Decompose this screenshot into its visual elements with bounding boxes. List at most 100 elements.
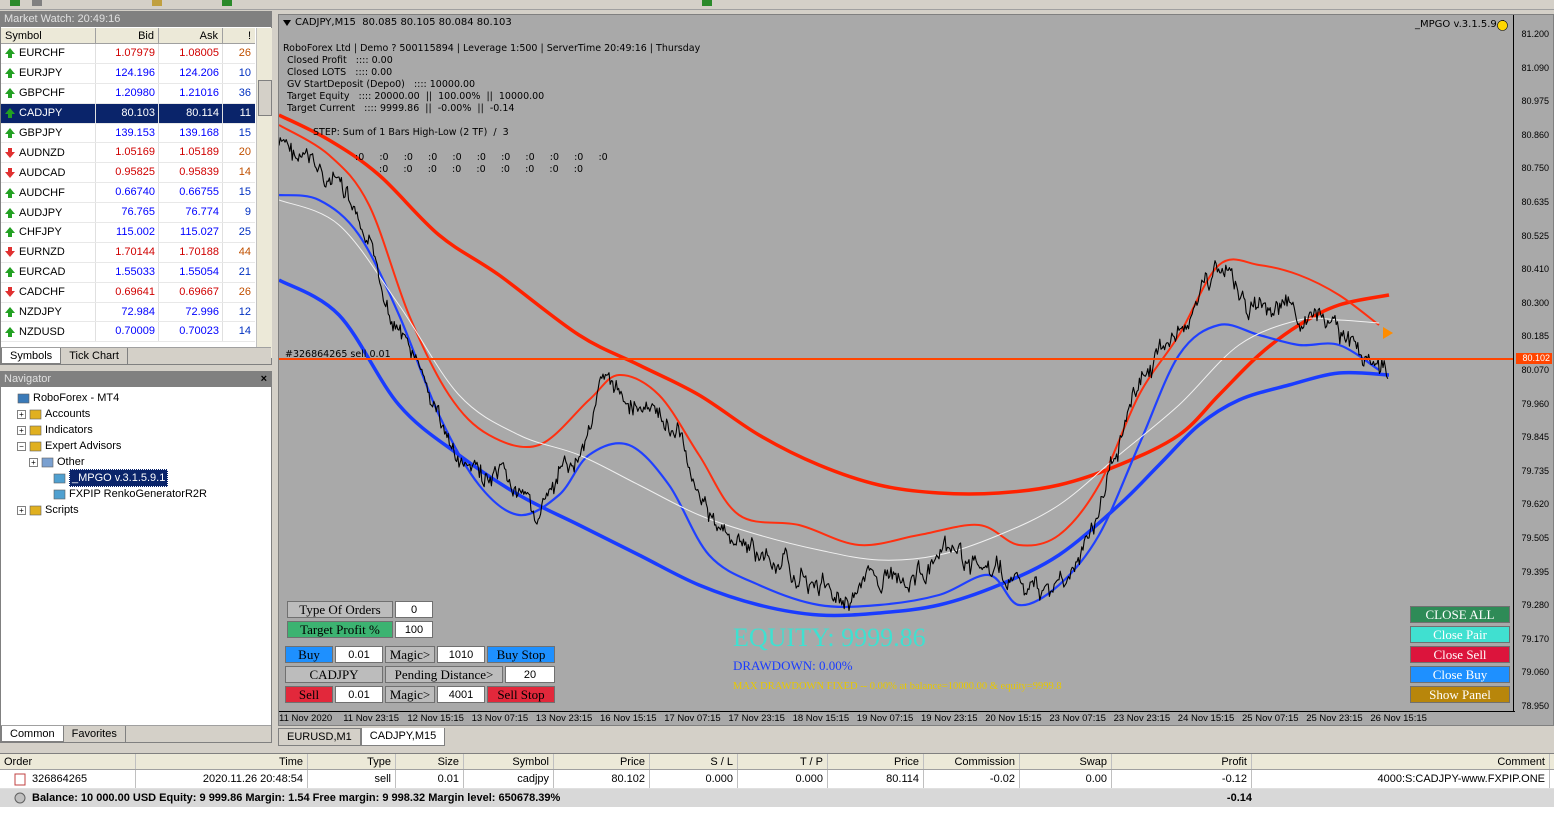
cell-sl: 0.000 bbox=[650, 770, 738, 788]
col-bid[interactable]: Bid bbox=[96, 28, 159, 43]
toolbar-icon[interactable] bbox=[700, 0, 714, 8]
folder-icon bbox=[29, 409, 42, 420]
buy-stop-button[interactable]: Buy Stop bbox=[487, 646, 555, 663]
target-profit-input[interactable]: 100 bbox=[395, 621, 433, 638]
sell-button[interactable]: Sell bbox=[285, 686, 333, 703]
market-watch-row[interactable]: CADCHF 0.69641 0.69667 26 bbox=[1, 282, 255, 303]
market-watch-row[interactable]: EURNZD 1.70144 1.70188 44 bbox=[1, 242, 255, 263]
tab-cadjpy-m15[interactable]: CADJPY,M15 bbox=[360, 728, 446, 746]
tab-eurusd-m1[interactable]: EURUSD,M1 bbox=[278, 728, 361, 746]
mt4-window: Market Watch: 20:49:16 Symbol Bid Ask ! … bbox=[0, 0, 1554, 840]
col-ask[interactable]: Ask bbox=[159, 28, 223, 43]
col-header[interactable]: Time bbox=[136, 754, 308, 769]
arrow-down-icon bbox=[5, 287, 15, 298]
col-header[interactable]: Symbol bbox=[464, 754, 554, 769]
tab-favorites[interactable]: Favorites bbox=[64, 726, 126, 742]
col-header[interactable]: S / L bbox=[650, 754, 738, 769]
close-icon[interactable]: × bbox=[261, 372, 267, 387]
market-watch-row[interactable]: AUDCHF 0.66740 0.66755 15 bbox=[1, 183, 255, 204]
navigator-item[interactable]: FXPIP RenkoGeneratorR2R bbox=[5, 486, 207, 502]
time-axis[interactable]: 11 Nov 2020 11 Nov 23:15 12 Nov 15:15 13 No… bbox=[279, 711, 1515, 725]
toolbar-icon[interactable] bbox=[150, 0, 164, 8]
col-header[interactable]: Swap bbox=[1020, 754, 1112, 769]
col-header[interactable]: Commission bbox=[924, 754, 1020, 769]
market-watch-scrollbar[interactable] bbox=[256, 28, 272, 358]
market-watch-row[interactable]: AUDCAD 0.95825 0.95839 14 bbox=[1, 163, 255, 184]
toolbar-icon[interactable] bbox=[30, 0, 44, 8]
col-spread[interactable]: ! bbox=[223, 28, 255, 43]
market-watch-row[interactable]: EURCAD 1.55033 1.55054 21 bbox=[1, 262, 255, 283]
price-tick-label: 79.395 bbox=[1521, 566, 1549, 577]
navigator-item[interactable]: + Accounts bbox=[5, 406, 207, 422]
buy-lot-input[interactable]: 0.01 bbox=[335, 646, 383, 663]
time-tick-label: 26 Nov 15:15 bbox=[1370, 713, 1427, 724]
market-watch-row[interactable]: NZDJPY 72.984 72.996 12 bbox=[1, 302, 255, 323]
tab-common[interactable]: Common bbox=[1, 726, 64, 742]
sell-magic-input[interactable]: 4001 bbox=[437, 686, 485, 703]
market-watch-row[interactable]: GBPCHF 1.20980 1.21016 36 bbox=[1, 83, 255, 104]
close-buy-button[interactable]: Close Buy bbox=[1410, 666, 1510, 683]
expand-icon[interactable]: + bbox=[17, 425, 26, 435]
pending-distance-input[interactable]: 20 bbox=[505, 666, 555, 683]
spread: 12 bbox=[238, 305, 251, 318]
market-watch-row[interactable]: CADJPY 80.103 80.114 11 bbox=[1, 103, 255, 124]
navigator-item-label: FXPIP RenkoGeneratorR2R bbox=[69, 488, 207, 500]
market-watch-row[interactable]: EURJPY 124.196 124.206 10 bbox=[1, 63, 255, 84]
navigator-item[interactable]: + Indicators bbox=[5, 422, 207, 438]
buy-magic-input[interactable]: 1010 bbox=[437, 646, 485, 663]
navigator-item[interactable]: + Scripts bbox=[5, 502, 207, 518]
col-header[interactable]: Type bbox=[308, 754, 396, 769]
toolbar-icon[interactable] bbox=[220, 0, 234, 8]
market-watch-row[interactable]: CHFJPY 115.002 115.027 25 bbox=[1, 223, 255, 243]
bid-price: 72.984 bbox=[96, 302, 159, 322]
col-header[interactable]: T / P bbox=[738, 754, 828, 769]
expand-icon[interactable]: + bbox=[17, 409, 26, 419]
price-chart[interactable] bbox=[279, 15, 1515, 713]
buy-magic-label: Magic> bbox=[385, 646, 435, 663]
symbol-name: GBPCHF bbox=[19, 87, 65, 100]
col-symbol[interactable]: Symbol bbox=[1, 28, 96, 43]
folder-icon bbox=[29, 441, 42, 452]
market-watch-row[interactable]: AUDJPY 76.765 76.774 9 bbox=[1, 203, 255, 224]
collapse-icon[interactable]: − bbox=[17, 441, 26, 451]
bid-price: 139.153 bbox=[96, 123, 159, 143]
ask-price: 0.95839 bbox=[159, 163, 223, 183]
tab-symbols[interactable]: Symbols bbox=[1, 348, 62, 364]
arrow-up-icon bbox=[5, 108, 15, 119]
table-row[interactable]: 326864265 2020.11.26 20:48:54 sell 0.01 cadj… bbox=[0, 770, 1554, 789]
sell-lot-input[interactable]: 0.01 bbox=[335, 686, 383, 703]
chart-menu-icon[interactable] bbox=[283, 20, 291, 28]
close-all-button[interactable]: CLOSE ALL bbox=[1410, 606, 1510, 623]
market-watch-row[interactable]: EURCHF 1.07979 1.08005 26 bbox=[1, 44, 255, 64]
col-header[interactable]: Order bbox=[0, 754, 136, 769]
col-header[interactable]: Price bbox=[554, 754, 650, 769]
price-axis[interactable]: 81.200 81.090 80.975 80.860 80.750 80.635 80.5… bbox=[1513, 15, 1553, 713]
close-sell-button[interactable]: Close Sell bbox=[1410, 646, 1510, 663]
close-pair-button[interactable]: Close Pair bbox=[1410, 626, 1510, 643]
show-panel-button[interactable]: Show Panel bbox=[1410, 686, 1510, 703]
market-watch-row[interactable]: NZDUSD 0.70009 0.70023 14 bbox=[1, 322, 255, 343]
market-watch-row[interactable]: GBPJPY 139.153 139.168 15 bbox=[1, 123, 255, 144]
navigator-item[interactable]: + Other bbox=[5, 454, 207, 470]
time-tick-label: 17 Nov 23:15 bbox=[728, 713, 785, 724]
new-order-icon[interactable] bbox=[8, 0, 22, 8]
col-header[interactable]: Comment bbox=[1252, 754, 1550, 769]
sell-stop-button[interactable]: Sell Stop bbox=[487, 686, 555, 703]
navigator-item[interactable]: _MPGO v.3.1.5.9.1 bbox=[5, 469, 207, 487]
info-line-0: RoboForex Ltd | Demo ? 500115894 | Lever… bbox=[283, 43, 701, 54]
arrow-up-icon bbox=[5, 128, 15, 138]
market-watch-row[interactable]: AUDNZD 1.05169 1.05189 20 bbox=[1, 143, 255, 164]
navigator-item[interactable]: RoboForex - MT4 bbox=[5, 390, 207, 406]
scroll-thumb[interactable] bbox=[258, 80, 272, 116]
col-header[interactable]: Profit bbox=[1112, 754, 1252, 769]
col-header[interactable]: Price bbox=[828, 754, 924, 769]
arrow-down-icon bbox=[5, 247, 15, 258]
chart-window[interactable]: CADJPY,M15 80.085 80.105 80.084 80.103 _… bbox=[278, 14, 1554, 726]
buy-button[interactable]: Buy bbox=[285, 646, 333, 663]
type-of-orders-input[interactable]: 0 bbox=[395, 601, 433, 618]
expand-icon[interactable]: + bbox=[29, 457, 38, 467]
expand-icon[interactable]: + bbox=[17, 505, 26, 515]
tab-tick-chart[interactable]: Tick Chart bbox=[61, 348, 128, 364]
col-header[interactable]: Size bbox=[396, 754, 464, 769]
navigator-item[interactable]: − Expert Advisors bbox=[5, 438, 207, 454]
